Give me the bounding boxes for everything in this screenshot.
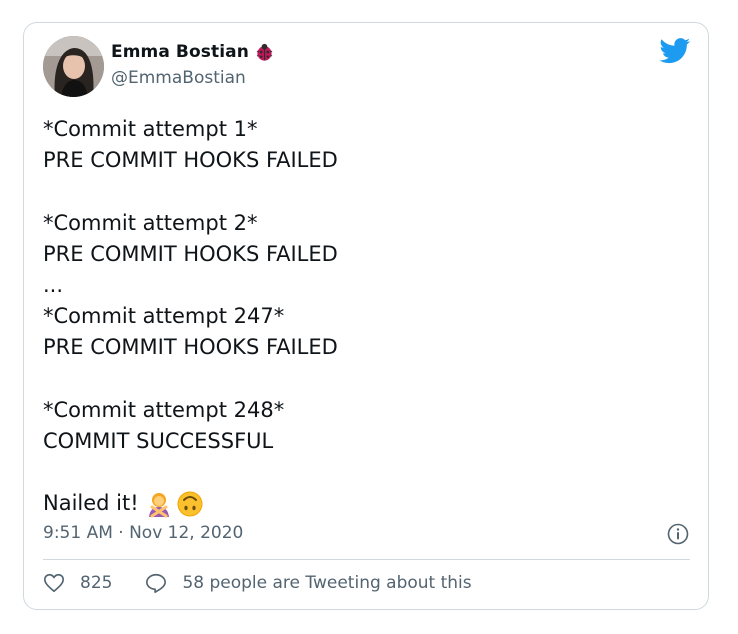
tweet-line: *Commit attempt 2* [43,210,258,235]
divider [43,559,690,560]
tweet-card[interactable]: Emma Bostian @EmmaBostian *Commit attemp… [23,22,709,610]
tweet-line: *Commit attempt 247* [43,304,285,329]
tweet-line: COMMIT SUCCESSFUL [43,428,274,453]
tweet-line: *Commit attempt 248* [43,397,285,422]
tweet-line: Nailed it! [43,491,139,516]
person-gesturing-no-icon [148,493,169,518]
avatar[interactable] [43,36,104,97]
tweet-actions: 825 58 people are Tweeting about this [43,572,472,594]
upside-down-face-icon [177,491,203,517]
tweet-body: *Commit attempt 1* PRE COMMIT HOOKS FAIL… [43,114,683,522]
tweeting-about-label: 58 people are Tweeting about this [182,573,472,593]
tweet-line: ... [43,272,64,297]
tweet-line [43,364,683,395]
info-icon[interactable] [667,523,689,545]
emoji-group [145,490,207,518]
tweet-line [43,176,683,207]
tweet-line: PRE COMMIT HOOKS FAILED [43,148,338,173]
like-count: 825 [80,573,113,593]
tweet-line [43,457,683,488]
tweeting-about-button[interactable]: 58 people are Tweeting about this [145,572,472,594]
ladybug-icon [256,43,273,61]
heart-icon [44,573,64,593]
twitter-bird-icon[interactable] [659,38,691,64]
like-button[interactable]: 825 [43,572,145,594]
author-name[interactable]: Emma Bostian [111,42,249,62]
author-handle[interactable]: @EmmaBostian [111,68,246,88]
avatar-image [43,36,104,97]
author-name-row[interactable]: Emma Bostian [111,42,274,62]
tweet-line: PRE COMMIT HOOKS FAILED [43,335,338,360]
tweet-line: *Commit attempt 1* [43,117,258,141]
tweet-last-line: Nailed it! [43,488,683,522]
tweet-line: PRE COMMIT HOOKS FAILED [43,241,338,266]
tweet-timestamp[interactable]: 9:51 AM · Nov 12, 2020 [43,523,243,543]
speech-bubble-icon [146,573,167,593]
